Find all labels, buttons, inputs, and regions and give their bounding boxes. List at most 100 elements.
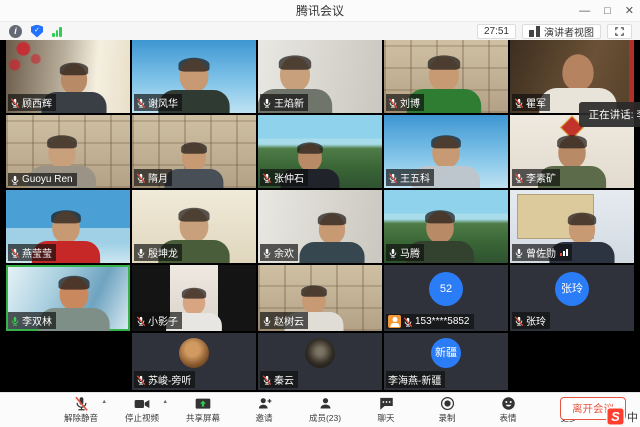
participant-label: 顾西辉 [8, 94, 56, 111]
record-button[interactable]: 录制 [425, 396, 469, 424]
mic-status-icon [136, 375, 146, 385]
participant-tile[interactable]: Guoyu Ren [6, 115, 130, 188]
mic-status-icon [388, 98, 398, 108]
participant-tile[interactable]: 秦云 [258, 333, 382, 390]
fullscreen-button[interactable] [607, 24, 632, 39]
mic-status-icon [388, 248, 398, 258]
mic-status-icon [403, 317, 413, 327]
participant-label: 李海燕-新疆 [386, 371, 445, 388]
meeting-timer: 27:51 [477, 24, 516, 39]
participant-label: 小影子 [134, 312, 182, 329]
toolbar-items: 解除静音 ▲ 停止视频 ▲ 共享屏幕 [49, 396, 591, 424]
meeting-toolbar: 解除静音 ▲ 停止视频 ▲ 共享屏幕 [0, 392, 640, 427]
participant-label: 余欢 [260, 244, 298, 261]
participant-label: 燕莹莹 [8, 244, 56, 261]
mic-status-icon [262, 173, 272, 183]
participant-video [296, 208, 370, 263]
mic-status-icon [262, 98, 272, 108]
meeting-info-icon[interactable]: i [9, 25, 22, 38]
participant-tile[interactable]: 燕莹莹 [6, 190, 130, 263]
members-button[interactable]: 成员(23) [303, 396, 347, 424]
mic-status-icon [514, 248, 524, 258]
participant-tile[interactable]: 余欢 [258, 190, 382, 263]
participant-label: 赵树云 [260, 312, 308, 329]
participant-tile[interactable]: 李双林 [6, 265, 130, 331]
participant-tile[interactable]: 苏峻-旁听 [132, 333, 256, 390]
security-shield-icon[interactable] [31, 25, 43, 38]
emoji-smiley-icon [501, 396, 516, 411]
mic-status-icon [136, 173, 146, 183]
participant-name: 苏峻-旁听 [148, 372, 191, 387]
participant-tile[interactable]: 52 153****5852 [384, 265, 508, 331]
participant-tile[interactable]: 赵树云 [258, 265, 382, 331]
participant-tile[interactable]: 王焰新 [258, 40, 382, 113]
participant-name: 小影子 [148, 313, 178, 328]
unmute-button[interactable]: 解除静音 ▲ [59, 396, 103, 424]
mic-status-icon [262, 316, 272, 326]
status-bar: i 27:51 演讲者视图 [0, 22, 640, 40]
participant-tile[interactable]: 马腾 [384, 190, 508, 263]
phone-user-icon [388, 315, 401, 328]
emoji-button[interactable]: 表情 [486, 396, 530, 424]
stop-video-button[interactable]: 停止视频 ▲ [120, 396, 164, 424]
participant-name: 153****5852 [415, 316, 470, 327]
participant-tile[interactable]: 刘博 [384, 40, 508, 113]
participant-label: 苏峻-旁听 [134, 371, 195, 388]
speaking-toast: 正在讲话: 李双林 [579, 102, 640, 127]
title-bar: 腾讯会议 — □ ✕ [0, 0, 640, 22]
chevron-up-icon[interactable]: ▲ [102, 399, 107, 405]
participant-label: 隋月 [134, 169, 172, 186]
mic-status-icon [262, 248, 272, 258]
participant-name: 王焰新 [274, 95, 304, 110]
participant-label: 谢风华 [134, 94, 182, 111]
participant-label: 李素矿 [512, 169, 560, 186]
sogou-input-icon[interactable]: S [606, 407, 625, 426]
view-mode-button[interactable]: 演讲者视图 [522, 24, 601, 39]
participant-label: 张玲 [512, 312, 550, 329]
participant-tile[interactable]: 张玲 张玲 [510, 265, 634, 331]
participant-label: 张仲石 [260, 169, 308, 186]
participant-name: 马腾 [400, 245, 420, 260]
participant-tile[interactable]: 隋月 [132, 115, 256, 188]
mic-status-icon [136, 316, 146, 326]
participant-tile[interactable]: 顾西辉 [6, 40, 130, 113]
participant-name: 曾佐勋 [526, 245, 556, 260]
participant-tile[interactable]: 曾佐勋 [510, 190, 634, 263]
participant-tile[interactable]: 新疆 李海燕-新疆 [384, 333, 508, 390]
participant-tile[interactable]: 殷坤龙 [132, 190, 256, 263]
ime-language-label[interactable]: 中 [627, 409, 638, 425]
chat-button[interactable]: 聊天 [364, 396, 408, 424]
participant-label: 曾佐勋 [512, 244, 572, 261]
participant-name: 瞿军 [526, 95, 546, 110]
participant-tile[interactable]: 谢风华 [132, 40, 256, 113]
chevron-up-icon[interactable]: ▲ [163, 399, 168, 405]
participant-name: 余欢 [274, 245, 294, 260]
mic-muted-icon [74, 396, 89, 411]
participant-tile[interactable]: 王五科 [384, 115, 508, 188]
invite-button[interactable]: 邀请 [242, 396, 286, 424]
participant-name: 张仲石 [274, 170, 304, 185]
invite-person-icon [257, 396, 272, 411]
participant-name: 谢风华 [148, 95, 178, 110]
participant-name: Guoyu Ren [22, 174, 73, 185]
participant-label: 殷坤龙 [134, 244, 182, 261]
mic-status-icon [388, 173, 398, 183]
view-mode-label: 演讲者视图 [544, 24, 594, 39]
participant-tile[interactable]: 小影子 [132, 265, 256, 331]
camera-icon [134, 396, 150, 411]
layout-icon [529, 26, 540, 37]
share-screen-button[interactable]: 共享屏幕 [181, 396, 225, 424]
participant-name: 顾西辉 [22, 95, 52, 110]
participant-label: 瞿军 [512, 94, 550, 111]
participant-name: 王五科 [400, 170, 430, 185]
maximize-button[interactable]: □ [604, 0, 611, 22]
participant-name: 李双林 [22, 313, 52, 328]
participant-name: 李素矿 [526, 170, 556, 185]
participant-name: 秦云 [274, 372, 294, 387]
close-button[interactable]: ✕ [625, 0, 634, 22]
participant-tile[interactable]: 张仲石 [258, 115, 382, 188]
minimize-button[interactable]: — [579, 0, 590, 22]
mic-status-icon [514, 98, 524, 108]
mic-status-icon [10, 98, 20, 108]
participant-avatar: 新疆 [431, 338, 461, 368]
